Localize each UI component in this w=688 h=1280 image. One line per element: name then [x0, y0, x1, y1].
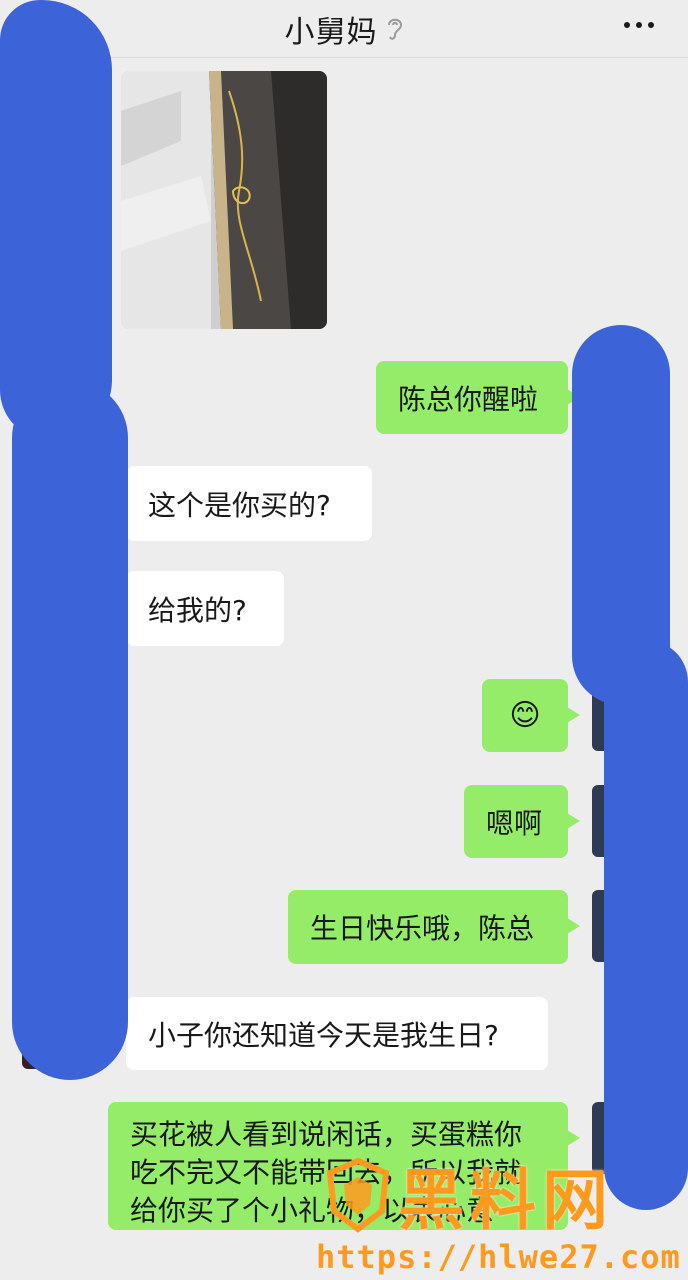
message-text: 小子你还知道今天是我生日? — [148, 1018, 499, 1052]
message-text: 给我的? — [148, 593, 247, 627]
watermark-brand: 黑料网 — [398, 1162, 614, 1239]
message-bubble-incoming[interactable]: 给我的? — [114, 571, 284, 646]
message-bubble-outgoing[interactable]: 陈总你醒啦 — [376, 361, 580, 434]
image-message[interactable] — [121, 71, 327, 329]
message-text: 生日快乐哦，陈总 — [310, 912, 535, 945]
redaction-scribble-left — [12, 380, 128, 1080]
smile-emoji-icon: 😊 — [509, 698, 541, 733]
ear-icon[interactable] — [386, 16, 404, 42]
message-text: 陈总你醒啦 — [398, 382, 539, 416]
message-bubble-outgoing[interactable]: 嗯啊 — [464, 785, 580, 858]
redaction-scribble-left — [0, 0, 112, 440]
watermark-url: https://hlwe27.com — [316, 1238, 681, 1276]
more-options-icon[interactable] — [624, 22, 654, 28]
message-bubble-incoming[interactable]: 这个是你买的? — [114, 466, 372, 541]
message-bubble-incoming[interactable]: 小子你还知道今天是我生日? — [114, 997, 548, 1070]
watermark-logo: 黑料网 — [318, 1150, 688, 1240]
chat-title: 小舅妈 — [284, 14, 378, 50]
shield-logo-icon — [326, 1157, 390, 1233]
redaction-scribble-right — [604, 640, 688, 1210]
message-text: 嗯啊 — [486, 806, 543, 840]
message-bubble-outgoing[interactable]: 😊 — [482, 679, 580, 752]
message-text: 这个是你买的? — [148, 488, 331, 522]
message-bubble-outgoing[interactable]: 生日快乐哦，陈总 — [288, 890, 580, 964]
